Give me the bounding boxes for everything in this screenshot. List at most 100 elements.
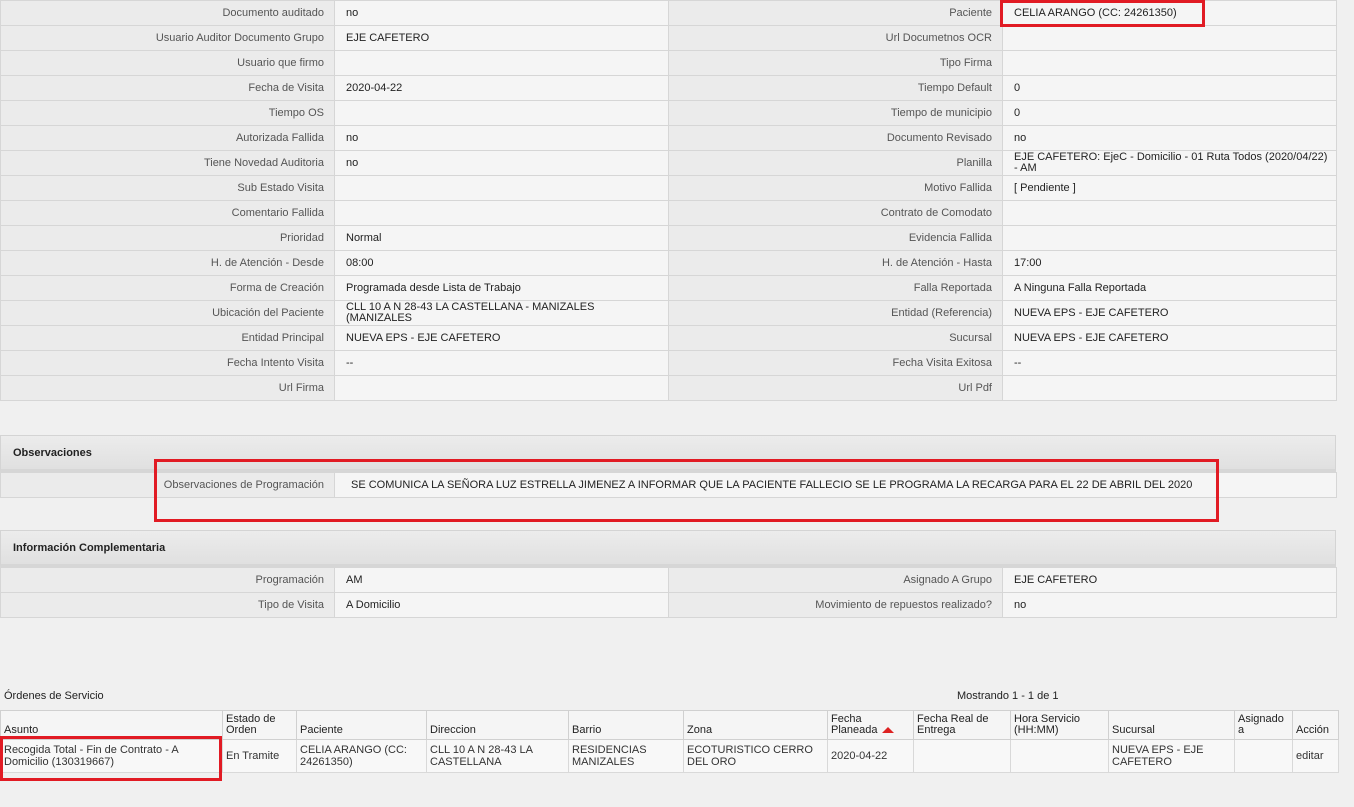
detail-label: Planilla bbox=[668, 150, 1003, 176]
detail-value: no bbox=[334, 125, 669, 151]
column-header-direccion[interactable]: Direccion bbox=[426, 710, 569, 740]
detail-label: Prioridad bbox=[0, 225, 335, 251]
order-asunto: Recogida Total - Fin de Contrato - A Dom… bbox=[0, 739, 223, 773]
column-header-sucursal[interactable]: Sucursal bbox=[1108, 710, 1235, 740]
order-estado: En Tramite bbox=[222, 739, 297, 773]
detail-label: Fecha de Visita bbox=[0, 75, 335, 101]
detail-value: NUEVA EPS - EJE CAFETERO bbox=[1002, 300, 1337, 326]
column-header-asunto[interactable]: Asunto bbox=[0, 710, 223, 740]
observaciones-header: Observaciones bbox=[0, 435, 1336, 472]
column-header-paciente[interactable]: Paciente bbox=[296, 710, 427, 740]
order-hora bbox=[1010, 739, 1109, 773]
orders-header-row: Asunto Estado de Orden Paciente Direccio… bbox=[0, 710, 1339, 740]
detail-value: 0 bbox=[1002, 75, 1337, 101]
detail-value: NUEVA EPS - EJE CAFETERO bbox=[334, 325, 669, 351]
detail-label: Paciente bbox=[668, 0, 1003, 26]
detail-label: Tiempo OS bbox=[0, 100, 335, 126]
orders-pagination-info: Mostrando 1 - 1 de 1 bbox=[957, 690, 1059, 702]
detail-label: Url Pdf bbox=[668, 375, 1003, 401]
detail-value: [ Pendiente ] bbox=[1002, 175, 1337, 201]
observaciones-label: Observaciones de Programación bbox=[0, 472, 335, 498]
detail-label: Comentario Fallida bbox=[0, 200, 335, 226]
detail-label: Motivo Fallida bbox=[668, 175, 1003, 201]
detail-label: Autorizada Fallida bbox=[0, 125, 335, 151]
sort-ascending-icon bbox=[881, 727, 894, 734]
complementaria-value: A Domicilio bbox=[334, 592, 669, 618]
detail-row: Url Firma Url Pdf bbox=[0, 375, 1337, 401]
detail-row: Comentario Fallida Contrato de Comodato bbox=[0, 200, 1337, 226]
complementaria-label: Programación bbox=[0, 567, 335, 593]
observaciones-value: SE COMUNICA LA SEÑORA LUZ ESTRELLA JIMEN… bbox=[334, 472, 1337, 498]
detail-value bbox=[334, 100, 669, 126]
column-header-fecha-planeada-label: Fecha Planeada bbox=[831, 713, 878, 736]
detail-row: Usuario Auditor Documento Grupo EJE CAFET… bbox=[0, 25, 1337, 51]
detail-row: Forma de Creación Programada desde Lista … bbox=[0, 275, 1337, 301]
detail-row: Prioridad Normal Evidencia Fallida bbox=[0, 225, 1337, 251]
detail-value: CLL 10 A N 28-43 LA CASTELLANA - MANIZAL… bbox=[334, 300, 669, 326]
complementaria-value: EJE CAFETERO bbox=[1002, 567, 1337, 593]
complementaria-label: Asignado A Grupo bbox=[668, 567, 1003, 593]
detail-label: Url Firma bbox=[0, 375, 335, 401]
detail-value: no bbox=[1002, 125, 1337, 151]
detail-row: H. de Atención - Desde 08:00 H. de Atenció… bbox=[0, 250, 1337, 276]
detail-label: Documento auditado bbox=[0, 0, 335, 26]
edit-order-link[interactable]: editar bbox=[1296, 750, 1324, 762]
column-header-fecha-planeada[interactable]: Fecha Planeada bbox=[827, 710, 914, 740]
column-header-zona[interactable]: Zona bbox=[683, 710, 828, 740]
order-zona: ECOTURISTICO CERRO DEL ORO bbox=[683, 739, 828, 773]
detail-label: Ubicación del Paciente bbox=[0, 300, 335, 326]
complementaria-label: Movimiento de repuestos realizado? bbox=[668, 592, 1003, 618]
detail-row: Autorizada Fallida no Documento Revisado no bbox=[0, 125, 1337, 151]
detail-row: Sub Estado Visita Motivo Fallida[ Pendien… bbox=[0, 175, 1337, 201]
detail-value bbox=[1002, 225, 1337, 251]
detail-row: Entidad Principal NUEVA EPS - EJE CAFETER… bbox=[0, 325, 1337, 351]
column-header-estado[interactable]: Estado de Orden bbox=[222, 710, 297, 740]
detail-value bbox=[334, 375, 669, 401]
complementaria-row: Tipo de Visita A Domicilio Movimiento de… bbox=[0, 592, 1337, 618]
detail-value: no bbox=[334, 150, 669, 176]
observaciones-table: Observaciones de Programación SE COMUNIC… bbox=[0, 472, 1337, 498]
detail-value bbox=[334, 200, 669, 226]
detail-row: Documento auditado no Paciente CELIA ARANGO… bbox=[0, 0, 1337, 26]
column-header-barrio[interactable]: Barrio bbox=[568, 710, 684, 740]
detail-value: EJE CAFETERO bbox=[334, 25, 669, 51]
order-fecha-planeada: 2020-04-22 bbox=[827, 739, 914, 773]
detail-value bbox=[1002, 50, 1337, 76]
column-header-accion: Acción bbox=[1292, 710, 1339, 740]
detail-value: A Ninguna Falla Reportada bbox=[1002, 275, 1337, 301]
detail-value bbox=[1002, 25, 1337, 51]
detail-value: no bbox=[334, 0, 669, 26]
detail-value: 17:00 bbox=[1002, 250, 1337, 276]
column-header-hora[interactable]: Hora Servicio (HH:MM) bbox=[1010, 710, 1109, 740]
detail-row: Tiempo OS Tiempo de municipio 0 bbox=[0, 100, 1337, 126]
order-sucursal: NUEVA EPS - EJE CAFETERO bbox=[1108, 739, 1235, 773]
detail-row: Fecha Intento Visita -- Fecha Visita Exito… bbox=[0, 350, 1337, 376]
orders-table: Asunto Estado de Orden Paciente Direccio… bbox=[0, 710, 1339, 773]
detail-label: Fecha Intento Visita bbox=[0, 350, 335, 376]
complementaria-header: Información Complementaria bbox=[0, 530, 1336, 567]
detail-label: Sucursal bbox=[668, 325, 1003, 351]
detail-label: Forma de Creación bbox=[0, 275, 335, 301]
detail-value: 2020-04-22 bbox=[334, 75, 669, 101]
order-direccion: CLL 10 A N 28-43 LA CASTELLANA bbox=[426, 739, 569, 773]
detail-label: Entidad Principal bbox=[0, 325, 335, 351]
detail-row: Usuario que firmo Tipo Firma bbox=[0, 50, 1337, 76]
detail-label: Contrato de Comodato bbox=[668, 200, 1003, 226]
detail-value: 0 bbox=[1002, 100, 1337, 126]
column-header-fecha-real[interactable]: Fecha Real de Entrega bbox=[913, 710, 1011, 740]
detail-row: Ubicación del Paciente CLL 10 A N 28-43 L… bbox=[0, 300, 1337, 326]
column-header-asignado[interactable]: Asignado a bbox=[1234, 710, 1293, 740]
detail-label: Usuario que firmo bbox=[0, 50, 335, 76]
detail-label: Usuario Auditor Documento Grupo bbox=[0, 25, 335, 51]
detail-label: Sub Estado Visita bbox=[0, 175, 335, 201]
detail-row: Fecha de Visita 2020-04-22 Tiempo Default 0 bbox=[0, 75, 1337, 101]
detail-value: Programada desde Lista de Trabajo bbox=[334, 275, 669, 301]
detail-value: EJE CAFETERO: EjeC - Domicilio - 01 Ruta… bbox=[1002, 150, 1337, 176]
detail-value: -- bbox=[1002, 350, 1337, 376]
detail-label: Falla Reportada bbox=[668, 275, 1003, 301]
detail-value bbox=[334, 50, 669, 76]
detail-label: Fecha Visita Exitosa bbox=[668, 350, 1003, 376]
table-row: Recogida Total - Fin de Contrato - A Dom… bbox=[0, 739, 1339, 773]
detail-label: H. de Atención - Desde bbox=[0, 250, 335, 276]
order-fecha-real bbox=[913, 739, 1011, 773]
